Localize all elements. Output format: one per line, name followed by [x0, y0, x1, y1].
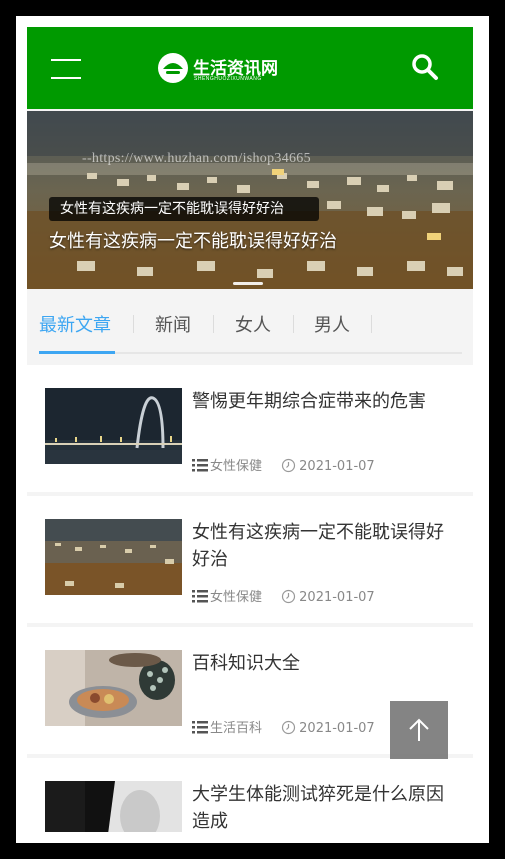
article-category[interactable]: 生活百科 — [210, 721, 262, 736]
hamburger-menu-icon[interactable] — [51, 59, 81, 79]
tab-latest[interactable]: 最新文章 — [39, 311, 111, 337]
browser-frame: 生活资讯网 SHENGHUOZIXUNWANG --https://www.hu… — [16, 16, 489, 843]
article-title[interactable]: 女性有这疾病一定不能耽误得好好治 — [192, 519, 460, 573]
slider-indicator[interactable] — [233, 270, 263, 289]
list-item[interactable]: 大学生体能测试猝死是什么原因造成 — [27, 758, 473, 832]
article-thumbnail — [45, 781, 182, 832]
article-meta: 女性保健 2021-01-07 — [192, 455, 375, 474]
article-date: 2021-01-07 — [299, 459, 375, 474]
banner-tag: 女性有这疾病一定不能耽误得好好治 — [49, 197, 319, 221]
site-logo[interactable]: 生活资讯网 SHENGHUOZIXUNWANG — [157, 51, 287, 87]
category-tabs: 最新文章 新闻 女人 男人 — [27, 289, 473, 365]
arrow-up-icon — [409, 718, 429, 741]
article-thumbnail — [45, 650, 182, 726]
tab-women[interactable]: 女人 — [235, 311, 271, 337]
banner-slider[interactable]: --https://www.huzhan.com/ishop34665 女性有这… — [27, 111, 473, 289]
category-list-icon — [192, 459, 208, 472]
category-list-icon — [192, 590, 208, 603]
article-thumbnail — [45, 519, 182, 595]
article-thumbnail — [45, 388, 182, 464]
tab-men[interactable]: 男人 — [314, 311, 350, 337]
list-item[interactable]: 女性有这疾病一定不能耽误得好好治 女性保健 2021-01-07 — [27, 496, 473, 623]
article-meta: 女性保健 2021-01-07 — [192, 586, 375, 605]
article-title[interactable]: 百科知识大全 — [192, 650, 460, 677]
article-meta: 生活百科 2021-01-07 — [192, 717, 375, 736]
search-icon[interactable] — [411, 53, 439, 81]
banner-watermark: --https://www.huzhan.com/ishop34665 — [82, 151, 311, 166]
clock-icon — [282, 589, 296, 604]
clock-icon — [282, 720, 296, 735]
tab-news[interactable]: 新闻 — [155, 311, 191, 337]
category-list-icon — [192, 721, 208, 734]
article-category[interactable]: 女性保健 — [210, 590, 262, 605]
list-item[interactable]: 警惕更年期综合症带来的危害 女性保健 2021-01-07 — [27, 365, 473, 492]
article-category[interactable]: 女性保健 — [210, 459, 262, 474]
article-title[interactable]: 大学生体能测试猝死是什么原因造成 — [192, 781, 460, 832]
back-to-top-button[interactable] — [390, 701, 448, 759]
active-tab-indicator — [39, 351, 115, 354]
mobile-page: 生活资讯网 SHENGHUOZIXUNWANG --https://www.hu… — [27, 27, 473, 832]
clock-icon — [282, 458, 296, 473]
article-date: 2021-01-07 — [299, 721, 375, 736]
logo-icon — [158, 53, 188, 83]
banner-caption[interactable]: 女性有这疾病一定不能耽误得好好治 — [49, 227, 337, 253]
site-header: 生活资讯网 SHENGHUOZIXUNWANG — [27, 27, 473, 109]
article-date: 2021-01-07 — [299, 590, 375, 605]
logo-subtitle: SHENGHUOZIXUNWANG — [194, 76, 262, 82]
article-title[interactable]: 警惕更年期综合症带来的危害 — [192, 388, 460, 415]
